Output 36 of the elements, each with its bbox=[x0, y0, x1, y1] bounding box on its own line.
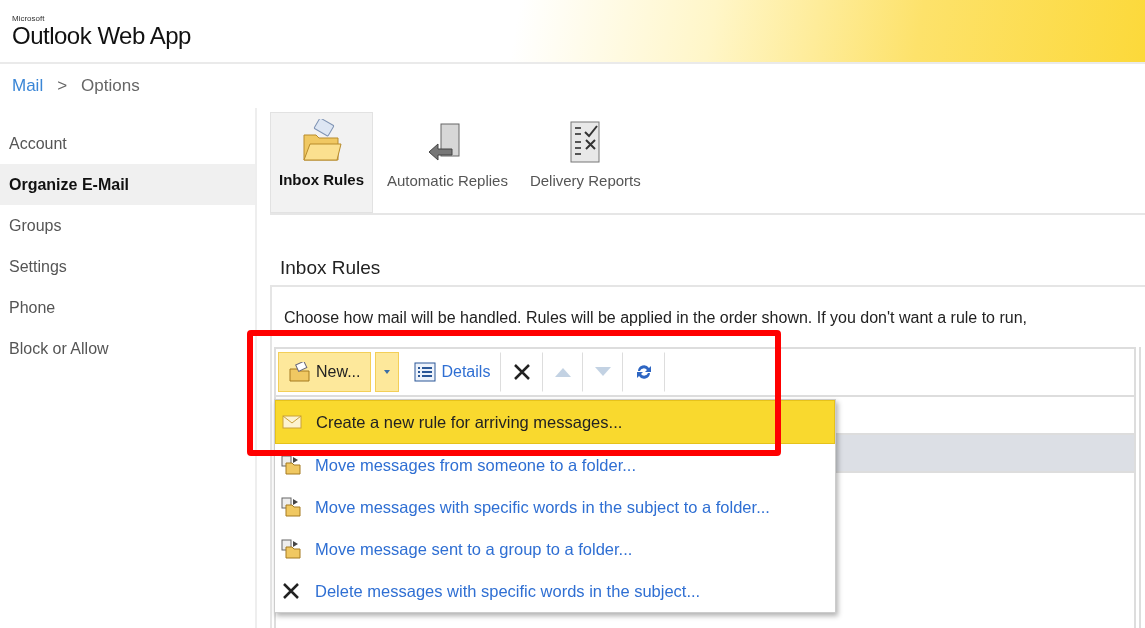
options-tab[interactable]: Delivery Reports bbox=[521, 112, 649, 213]
menu-item[interactable]: Move message sent to a group to a folder... bbox=[275, 528, 835, 570]
menu-item[interactable]: Move messages with specific words in the subject to a folder... bbox=[275, 486, 835, 528]
details-button[interactable]: Details bbox=[403, 352, 502, 392]
envelope-icon bbox=[282, 414, 302, 430]
delete-icon bbox=[281, 581, 301, 601]
brand-logo-text: Outlook Web App bbox=[12, 22, 191, 49]
move-to-folder-icon bbox=[281, 539, 301, 559]
up-arrow-icon bbox=[554, 366, 573, 378]
options-tab[interactable]: Automatic Replies bbox=[379, 112, 516, 213]
move-to-folder-icon bbox=[281, 497, 301, 517]
list-icon bbox=[414, 362, 437, 382]
breadcrumb-text: Options bbox=[81, 76, 140, 96]
breadcrumb-link[interactable]: Mail bbox=[12, 76, 44, 96]
move-to-folder-icon bbox=[281, 455, 301, 475]
new-button[interactable]: New... bbox=[278, 352, 372, 392]
folder-letter-icon bbox=[301, 119, 342, 163]
menu-item[interactable]: Move messages from someone to a folder... bbox=[275, 444, 835, 486]
section-title: Inbox Rules bbox=[280, 257, 382, 280]
sidebar-item[interactable]: Settings bbox=[0, 246, 255, 287]
sidebar-item[interactable]: Account bbox=[0, 123, 255, 164]
sidebar-item[interactable]: Phone bbox=[0, 287, 255, 328]
options-tab[interactable]: Inbox Rules bbox=[270, 112, 373, 213]
menu-item[interactable]: Delete messages with specific words in the subject... bbox=[275, 570, 835, 612]
menu-item[interactable]: Create a new rule for arriving messages... bbox=[275, 400, 835, 444]
sidebar-item[interactable]: Block or Allow bbox=[0, 328, 255, 369]
description-text: Choose how mail will be handled. Rules will be applied in the order shown. If you don't want a rule to run, bbox=[284, 309, 1029, 327]
breadcrumb-separator: > bbox=[57, 76, 68, 96]
caret-icon bbox=[383, 369, 392, 375]
delete-icon bbox=[512, 362, 533, 382]
brand-small-text: Microsoft bbox=[12, 13, 46, 23]
down-arrow-icon bbox=[594, 366, 613, 378]
folder-letter-icon bbox=[289, 362, 311, 382]
sidebar-item[interactable]: Organize E-Mail bbox=[0, 164, 255, 205]
sidebar-item[interactable]: Groups bbox=[0, 205, 255, 246]
dropdown-button[interactable] bbox=[375, 352, 400, 392]
